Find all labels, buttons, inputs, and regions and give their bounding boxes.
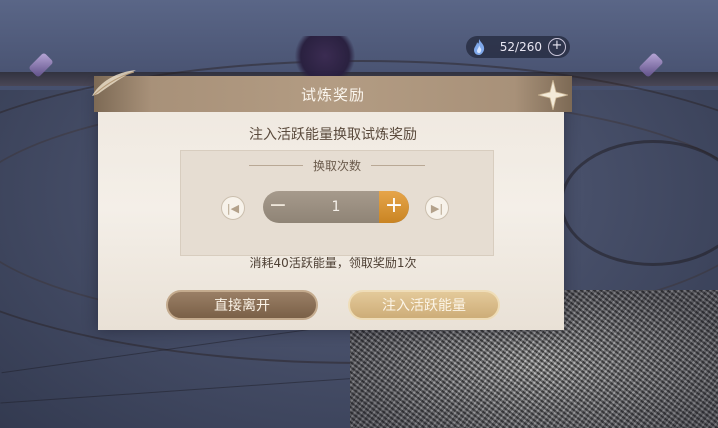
add-energy-button[interactable]: + (548, 38, 566, 56)
divider (371, 165, 425, 166)
dialog-title: 试炼奖励 (300, 85, 365, 104)
exchange-label-row: 换取次数 (181, 157, 493, 174)
energy-value: 52/260 (499, 40, 542, 54)
quantity-value: 1 (331, 199, 341, 215)
max-quantity-button[interactable]: ▶| (425, 196, 449, 220)
exchange-count-label: 换取次数 (312, 159, 361, 173)
decrease-button[interactable]: − (263, 191, 293, 223)
min-quantity-button[interactable]: |◀ (221, 196, 245, 220)
feather-ornament-icon (92, 70, 136, 96)
inject-energy-button[interactable]: 注入活跃能量 (348, 290, 500, 320)
star-ornament-icon (538, 80, 568, 110)
dialog-subtitle: 注入活跃能量换取试炼奖励 (249, 127, 417, 143)
dialog-title-bar: 试炼奖励 (94, 76, 572, 112)
increase-button[interactable]: + (379, 191, 409, 223)
exchange-count-panel: 换取次数 |◀ − 1 + ▶| (180, 150, 494, 256)
quantity-controls: |◀ − 1 + ▶| (181, 191, 493, 225)
divider (248, 165, 303, 166)
cost-description: 消耗40活跃能量，领取奖励1次 (249, 256, 417, 270)
trial-reward-dialog: 试炼奖励 注入活跃能量换取试炼奖励 换取次数 |◀ − 1 + ▶| 消耗40活… (92, 70, 572, 332)
blue-flame-icon (474, 39, 485, 55)
dark-portal (290, 36, 360, 76)
energy-counter: 52/260 + (466, 36, 570, 58)
leave-button[interactable]: 直接离开 (166, 290, 318, 320)
quantity-stepper: − 1 + (263, 191, 409, 223)
